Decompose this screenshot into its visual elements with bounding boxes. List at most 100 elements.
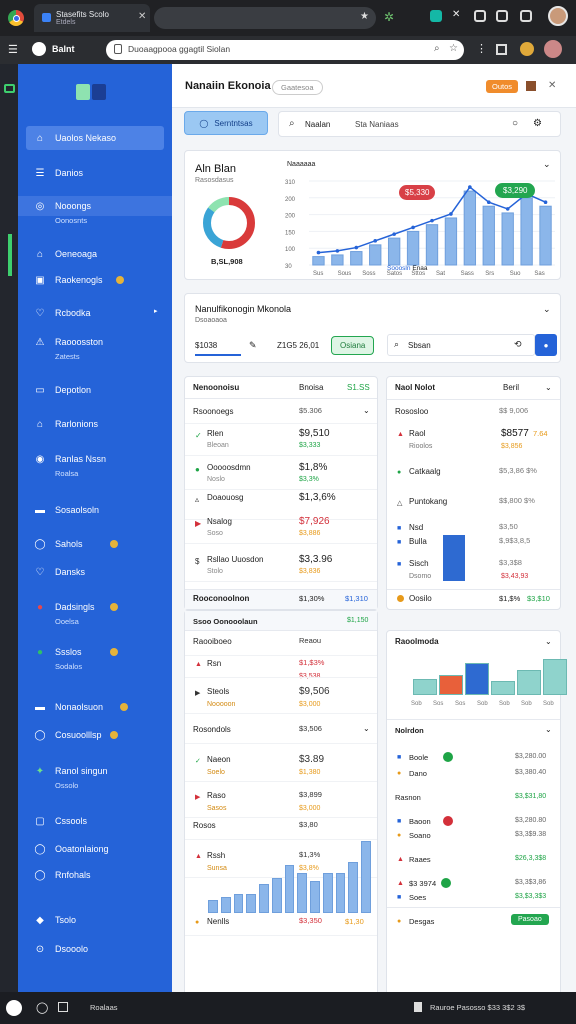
omnibox-tab-strip[interactable]: ★	[154, 7, 376, 29]
category-bar[interactable]	[413, 678, 437, 695]
mini-chart-bar[interactable]	[335, 873, 346, 913]
extension-close-icon[interactable]: ✕	[452, 9, 460, 20]
sidebar-expand-icon[interactable]: ▸	[154, 307, 158, 315]
header-badge[interactable]: Outos	[486, 80, 519, 93]
trend-point[interactable]	[543, 200, 548, 204]
sidebar-item[interactable]: ◯ Rnfohals	[18, 865, 172, 885]
trend-point[interactable]	[430, 218, 434, 223]
trend-point[interactable]	[505, 207, 510, 211]
sidebar-item[interactable]: ♡ Rcbodka	[18, 303, 172, 323]
sidebar-item[interactable]: ▬ Nonaolsuon	[18, 697, 172, 717]
mini-chart-bar[interactable]	[284, 865, 295, 913]
chart-bar[interactable]	[539, 205, 552, 266]
mini-chart-bar[interactable]	[361, 841, 371, 913]
row-badge[interactable]: Pasoao	[511, 914, 549, 925]
filter-edit-icon[interactable]: ✎	[249, 340, 257, 351]
mini-chart-bar[interactable]	[297, 873, 308, 913]
sidebar-item[interactable]: ▣ Raokenogls	[18, 270, 172, 290]
mini-chart-bar[interactable]	[259, 883, 269, 913]
trend-point[interactable]	[354, 245, 359, 250]
chart-bar[interactable]	[425, 224, 439, 266]
trend-point[interactable]	[373, 239, 378, 243]
sidebar-item[interactable]: ✦ Ranol singun	[18, 761, 172, 781]
tab-close-icon[interactable]: ✕	[138, 11, 146, 22]
sidebar-item[interactable]: ◯ Sahols	[18, 534, 172, 554]
sidebar-item[interactable]: ☰ Danios	[18, 163, 172, 183]
sidebar-item[interactable]: ◎ Nooongs	[18, 196, 172, 216]
sub-header-chevron-icon[interactable]: ⌄	[545, 725, 552, 734]
toolbar-settings-icon[interactable]: ⚙	[533, 118, 542, 129]
extension-puzzle-icon[interactable]: ✲	[384, 10, 394, 24]
mini-chart-bar[interactable]	[310, 881, 320, 913]
sidebar-item[interactable]: ⊙ Dsooolo	[18, 939, 172, 959]
trend-point[interactable]	[392, 232, 396, 236]
panel-chevron-icon[interactable]: ⌄	[545, 637, 552, 646]
chart-bar[interactable]	[444, 217, 458, 266]
app-taskbar-label[interactable]: Roalaas	[90, 1003, 118, 1012]
category-bar[interactable]	[491, 680, 515, 695]
mini-chart-bar[interactable]	[271, 878, 282, 913]
browser-tab[interactable]: Stasefits Scolo Etdels ✕	[34, 4, 150, 32]
extension-chat-icon[interactable]	[520, 10, 532, 22]
row-chevron-icon[interactable]: ⌄	[363, 724, 370, 733]
sidebar-item[interactable]: ⚠ Raooosston	[18, 332, 172, 352]
extension-shield-icon[interactable]	[430, 10, 442, 22]
sidebar-item[interactable]: ⌂ Uaolos Nekaso	[26, 126, 164, 150]
filter-search-input[interactable]: ⌕ Sbsan ⟲	[387, 334, 535, 356]
toolbar-refresh-icon[interactable]: ○	[512, 118, 518, 129]
chart-bar[interactable]	[520, 197, 533, 266]
filter-button[interactable]: Osiana	[331, 336, 375, 355]
row-chevron-icon[interactable]: ⌄	[363, 406, 370, 415]
chat-icon[interactable]: ◯	[36, 1001, 48, 1014]
collapse-chevron-icon[interactable]: ⌄	[543, 159, 551, 170]
start-icon[interactable]	[6, 1000, 22, 1016]
mini-chart-bar[interactable]	[208, 899, 218, 913]
search-icon[interactable]: ⌕	[434, 43, 440, 54]
trend-point[interactable]	[411, 225, 415, 230]
category-bar[interactable]	[517, 669, 541, 695]
mini-chart-bar[interactable]	[348, 862, 359, 913]
sidebar-item[interactable]: ● Dadsingls	[18, 597, 172, 617]
chrome-logo-icon[interactable]	[8, 10, 24, 26]
panel-chevron-icon[interactable]: ⌄	[545, 383, 552, 392]
chart-bar[interactable]	[482, 205, 495, 266]
chart-bar[interactable]	[369, 244, 382, 266]
extension-tv-icon[interactable]	[496, 10, 508, 22]
chart-bar[interactable]	[387, 237, 401, 266]
chart-bar[interactable]	[312, 256, 325, 266]
files-icon[interactable]	[58, 1002, 68, 1012]
profile-avatar[interactable]	[548, 6, 568, 26]
trend-point[interactable]	[449, 212, 453, 216]
mini-chart-bar[interactable]	[322, 873, 333, 913]
chart-bar[interactable]	[350, 251, 363, 266]
trend-point[interactable]	[316, 250, 321, 255]
trend-point[interactable]	[468, 185, 472, 189]
app-logo[interactable]	[76, 82, 110, 104]
sidebar-item[interactable]: ◉ Ranlas Nssn	[18, 449, 172, 469]
apps-grid-icon[interactable]	[496, 44, 507, 55]
os-app-icon[interactable]	[4, 84, 15, 93]
header-square-icon[interactable]	[526, 81, 536, 91]
sidebar-item[interactable]: ♡ Dansks	[18, 562, 172, 582]
filter-clear-icon[interactable]: ⟲	[514, 339, 522, 350]
sidebar-item[interactable]: ⌂ Oeneoaga	[18, 244, 172, 264]
trend-point[interactable]	[486, 200, 491, 204]
star-icon[interactable]: ★	[360, 11, 369, 22]
filter-field-1[interactable]: $1038	[195, 341, 241, 356]
mini-chart-bar[interactable]	[220, 897, 231, 913]
extension-square-icon[interactable]	[474, 10, 486, 22]
chart-bar[interactable]	[463, 190, 477, 266]
primary-button[interactable]: ◯ Serntntsas	[184, 111, 268, 135]
sidebar-item[interactable]: ● Ssslos	[18, 642, 172, 662]
filter-go-button[interactable]: ●	[535, 334, 557, 356]
mini-chart-bar[interactable]	[246, 894, 257, 913]
sidebar-item[interactable]: ◯ Cosuoolllsp	[18, 725, 172, 745]
sidebar-item[interactable]: ◆ Tsolo	[18, 910, 172, 930]
settings-gear-icon[interactable]	[520, 42, 534, 56]
category-bar[interactable]	[439, 675, 463, 695]
chart-bar[interactable]	[406, 230, 420, 266]
tray-icon[interactable]	[414, 1002, 422, 1012]
filter-field-2[interactable]: Z1G5 26,01	[277, 341, 319, 350]
category-bar[interactable]	[543, 659, 567, 695]
sidebar-item[interactable]: ▬ Sosaolsoln	[18, 500, 172, 520]
